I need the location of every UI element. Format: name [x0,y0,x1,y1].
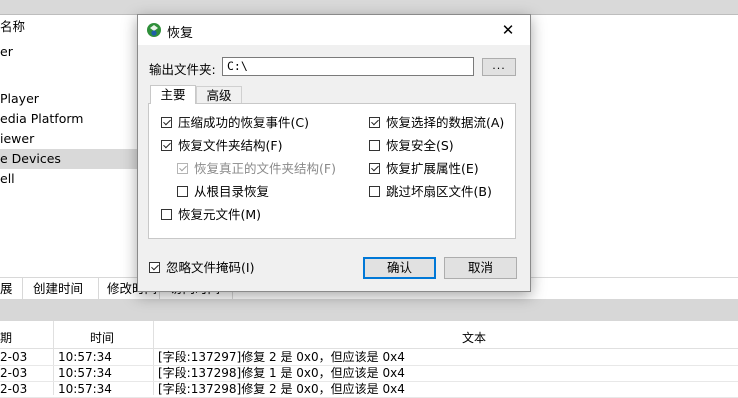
panel-splitter[interactable] [0,299,738,321]
log-time: 10:57:34 [58,350,112,364]
option-skip-bad-sector-files[interactable]: 跳过坏扇区文件(B) [369,183,492,201]
output-folder-input[interactable]: C:\ [222,57,474,76]
tab-main[interactable]: 主要 [150,85,196,104]
option-label: 恢复文件夹结构(F) [178,138,283,153]
option-label: 压缩成功的恢复事件(C) [178,115,309,130]
checkbox[interactable] [369,117,380,128]
log-header-row: 期 时间 文本 [0,321,738,349]
log-date: 2-03 [0,350,28,364]
list-item[interactable]: iewer [0,129,34,149]
list-item[interactable]: er [0,42,13,62]
recover-app-icon [146,22,162,38]
option-label: 忽略文件掩码(I) [166,260,255,275]
option-recover-folder-structure[interactable]: 恢复文件夹结构(F) [161,137,282,155]
column-header-created[interactable]: 创建时间 [23,278,99,299]
close-icon: ✕ [501,21,515,39]
log-text: [字段:137298]修复 1 是 0x0，但应该是 0x4 [158,366,405,380]
option-label: 恢复安全(S) [386,138,454,153]
close-button[interactable]: ✕ [486,15,530,45]
table-row[interactable]: 2-03 10:57:34 [字段:137298]修复 2 是 0x0，但应该是… [0,381,738,398]
checkbox[interactable] [149,262,160,273]
log-header-date[interactable]: 期 [0,329,12,346]
checkbox[interactable] [161,117,172,128]
list-item[interactable]: 名称 [0,17,25,37]
recover-dialog: 恢复 ✕ 输出文件夹: C:\ ... 主要 高级 压缩成功的恢复事件(C) 恢… [137,14,531,292]
table-row[interactable]: 2-03 10:57:34 [字段:137298]修复 1 是 0x0，但应该是… [0,365,738,382]
browse-button[interactable]: ... [482,58,516,76]
output-folder-label: 输出文件夹: [149,62,216,77]
checkbox[interactable] [369,186,380,197]
app-top-strip [0,0,738,15]
list-item[interactable]: edia Platform [0,109,83,129]
option-recover-extended-attributes[interactable]: 恢复扩展属性(E) [369,160,479,178]
column-header-ext[interactable]: 展 [0,278,23,299]
option-label: 恢复元文件(M) [178,207,262,222]
dialog-titlebar[interactable]: 恢复 ✕ [138,15,530,45]
list-item-selected[interactable]: e Devices [0,149,140,169]
option-ignore-file-mask[interactable]: 忽略文件掩码(I) [149,259,254,277]
option-recover-metafiles[interactable]: 恢复元文件(M) [161,206,261,224]
checkbox[interactable] [369,140,380,151]
option-recover-security[interactable]: 恢复安全(S) [369,137,454,155]
checkbox [177,163,188,174]
options-panel: 压缩成功的恢复事件(C) 恢复文件夹结构(F) 恢复真正的文件夹结构(F) 从根… [148,103,516,239]
log-panel: 期 时间 文本 2-03 10:57:34 [字段:137297]修复 2 是 … [0,321,738,398]
list-item[interactable]: ell [0,169,15,189]
option-label: 恢复真正的文件夹结构(F) [194,161,336,176]
checkbox[interactable] [177,186,188,197]
checkbox[interactable] [161,140,172,151]
checkbox[interactable] [161,209,172,220]
list-item[interactable]: Player [0,89,39,109]
cancel-button[interactable]: 取消 [444,257,517,279]
table-row[interactable]: 2-03 10:57:34 [字段:137297]修复 2 是 0x0，但应该是… [0,349,738,366]
ok-button[interactable]: 确认 [363,257,436,279]
checkbox[interactable] [369,163,380,174]
option-label: 跳过坏扇区文件(B) [386,184,492,199]
tab-advanced[interactable]: 高级 [196,86,242,104]
option-recover-selected-streams[interactable]: 恢复选择的数据流(A) [369,114,504,132]
log-text: [字段:137297]修复 2 是 0x0，但应该是 0x4 [158,350,405,364]
log-header-text[interactable]: 文本 [462,329,486,346]
option-label: 恢复选择的数据流(A) [386,115,505,130]
dialog-title: 恢复 [167,26,194,41]
log-date: 2-03 [0,366,28,380]
option-compress-events[interactable]: 压缩成功的恢复事件(C) [161,114,309,132]
option-recover-from-root[interactable]: 从根目录恢复 [177,183,269,201]
option-label: 从根目录恢复 [194,184,270,199]
option-recover-true-folder-structure: 恢复真正的文件夹结构(F) [177,160,336,178]
log-time: 10:57:34 [58,366,112,380]
log-header-time[interactable]: 时间 [90,329,114,346]
option-label: 恢复扩展属性(E) [386,161,479,176]
